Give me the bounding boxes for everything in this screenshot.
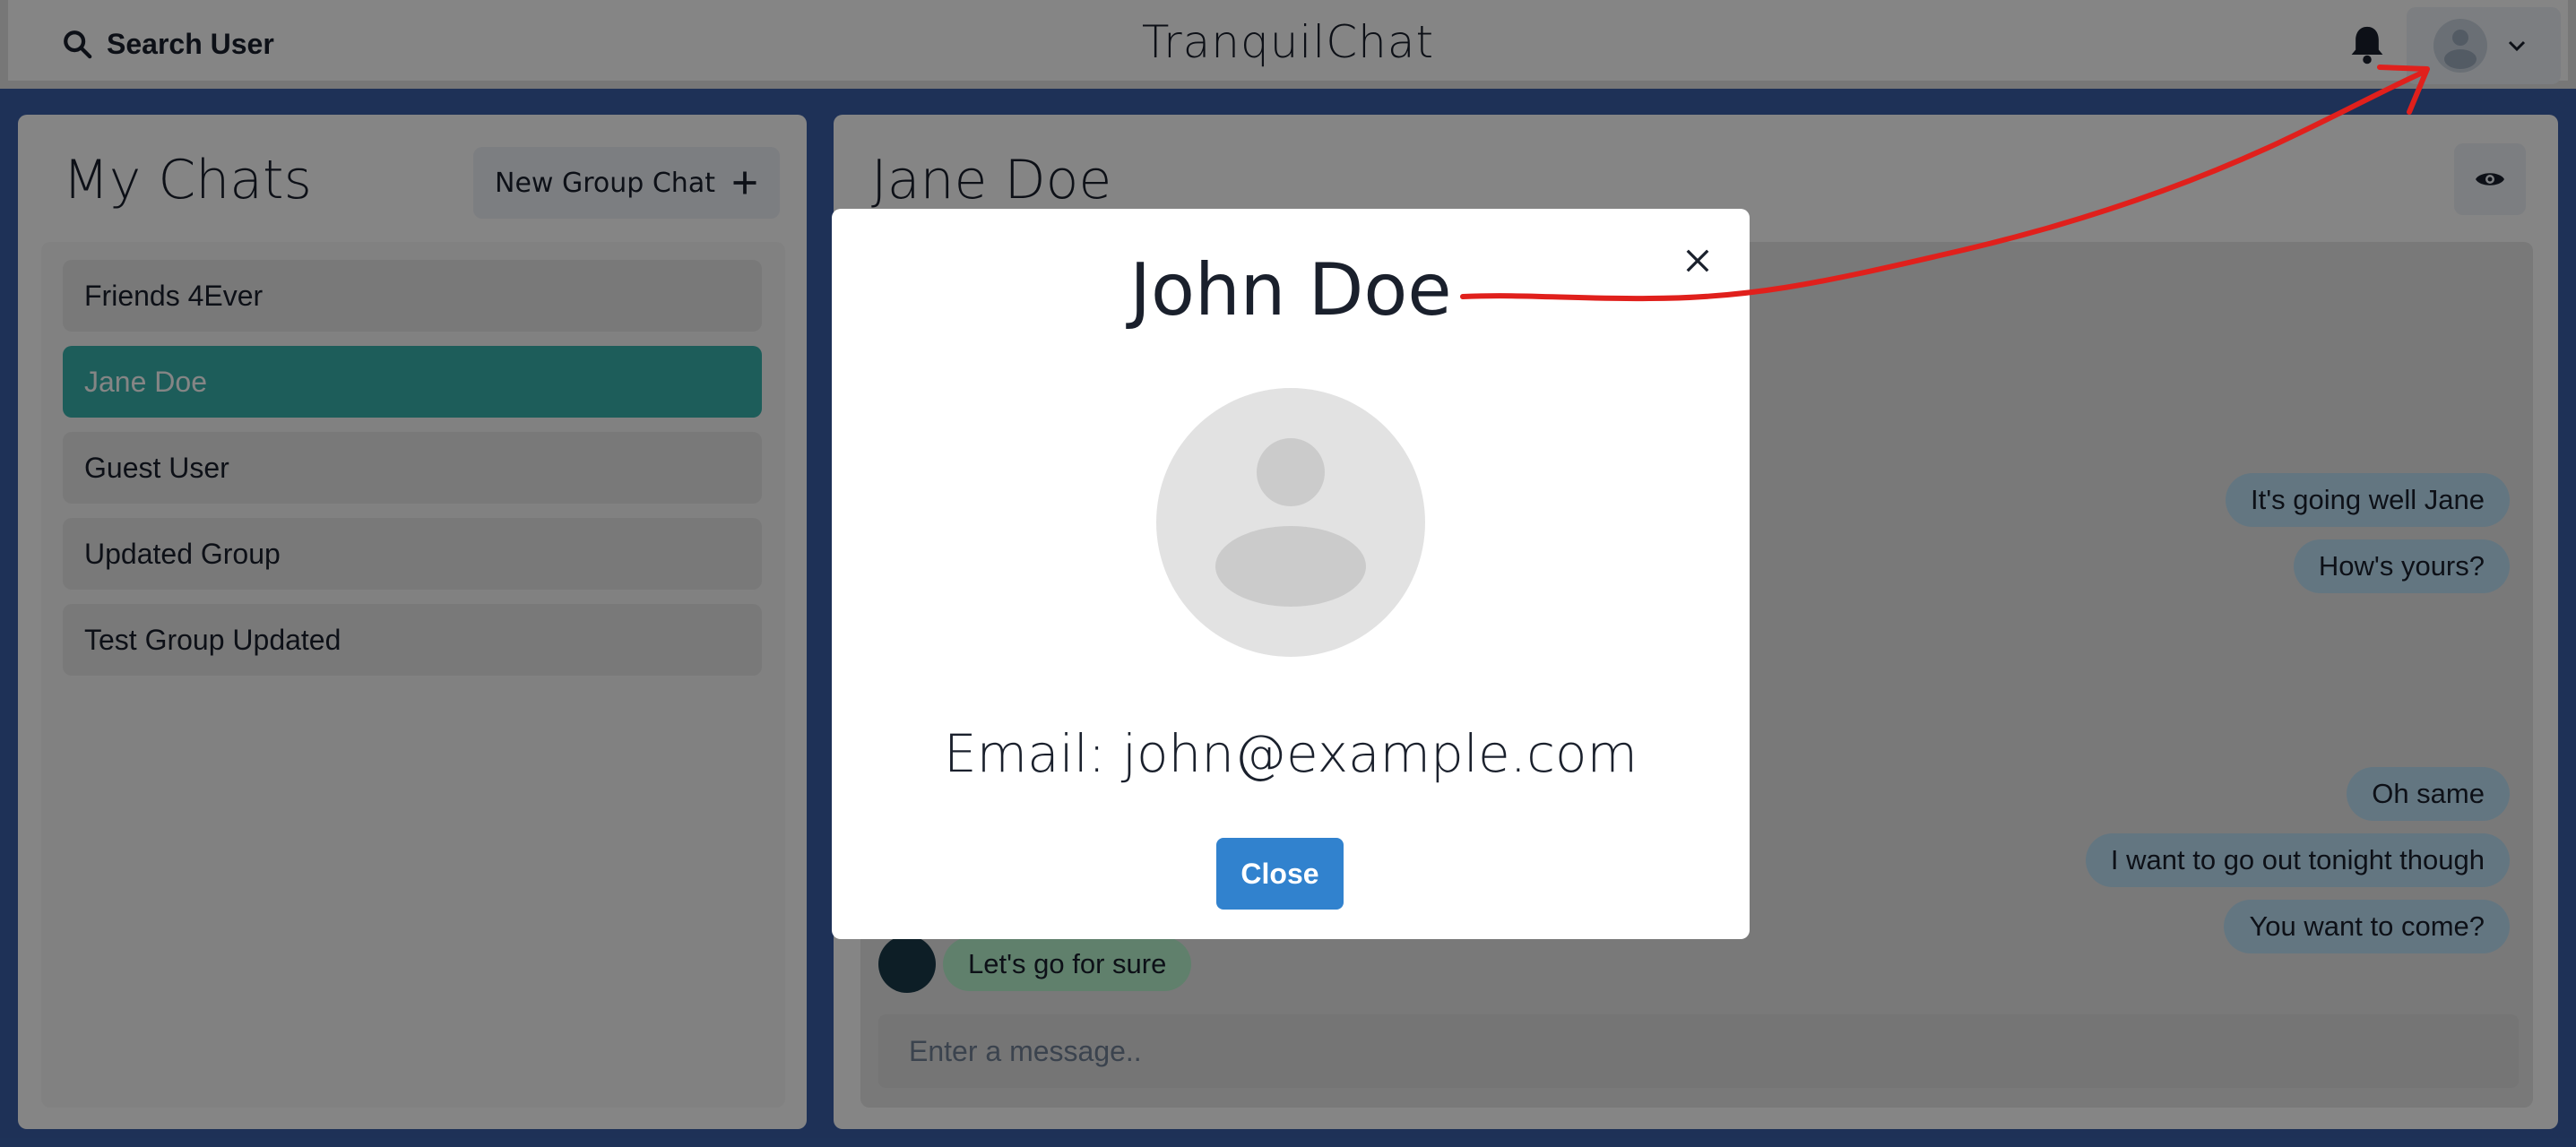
profile-modal: John Doe Email: john@example.com Close bbox=[832, 209, 1750, 939]
close-button[interactable]: Close bbox=[1216, 838, 1344, 910]
profile-email: Email: john@example.com bbox=[944, 723, 1638, 784]
profile-name: John Doe bbox=[1129, 248, 1452, 332]
profile-avatar bbox=[1156, 388, 1425, 657]
